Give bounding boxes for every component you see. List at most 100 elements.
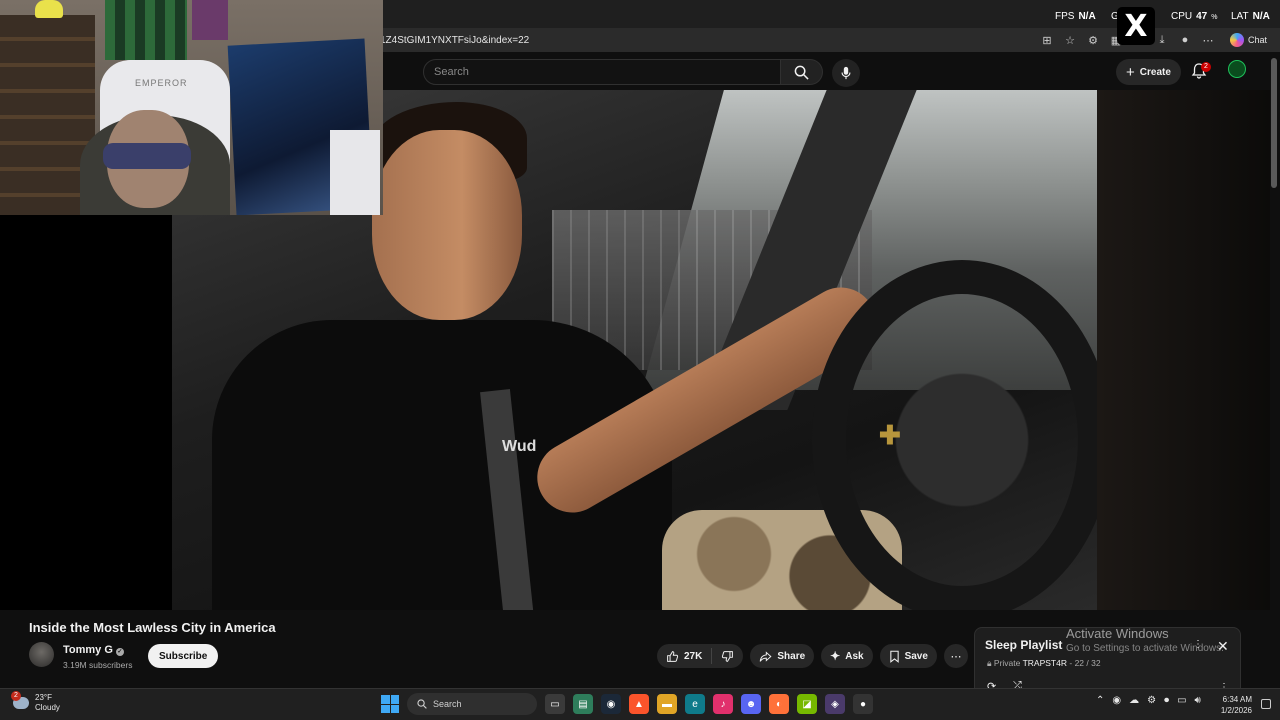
shirt-text: Wud (502, 438, 537, 455)
search-input[interactable] (424, 60, 780, 84)
notepad-app-icon[interactable]: ▤ (573, 694, 593, 714)
weather-widget[interactable]: 2 23°F Cloudy (11, 691, 60, 713)
like-button[interactable]: 27K (657, 644, 711, 668)
thumbs-up-icon (667, 650, 679, 662)
dislike-button[interactable] (712, 644, 743, 668)
microphone-icon (841, 66, 851, 80)
sparkle-icon: ✦ (830, 649, 841, 663)
steering-wheel (812, 260, 1097, 610)
system-tray: ⌃ ◉ ☁ ⚙ ⏺ ▭ 🔊︎ (1096, 695, 1201, 706)
brave-app-icon[interactable]: ▲ (629, 694, 649, 714)
bookmark-icon (889, 650, 899, 663)
fps-value: N/A (1078, 11, 1096, 22)
weather-text: 23°F Cloudy (35, 693, 60, 713)
save-button[interactable]: Save (879, 644, 937, 668)
steam-app-icon[interactable]: ◉ (601, 694, 621, 714)
account-avatar[interactable] (1228, 60, 1246, 78)
network-icon[interactable]: ▭ (1177, 695, 1186, 706)
playlist-title[interactable]: Sleep Playlist (985, 638, 1062, 652)
create-label: Create (1139, 66, 1171, 78)
taskbar-search-label: Search (433, 699, 462, 709)
steam-tray-icon[interactable]: ◉ (1112, 695, 1121, 706)
notification-count-badge: 2 (1201, 62, 1211, 72)
cpu-readout: CPU 47% (1171, 11, 1217, 22)
edge-app-icon[interactable]: e (685, 694, 705, 714)
fps-label: FPS (1055, 11, 1075, 22)
webcam-chair-brand: EMPEROR (135, 78, 188, 88)
volume-icon[interactable]: 🔊︎ (1195, 695, 1201, 706)
downloads-icon[interactable]: ⤓ (1155, 33, 1169, 47)
cpu-label: CPU (1171, 11, 1193, 22)
app-with-notification-icon[interactable]: ● (853, 694, 873, 714)
share-button[interactable]: Share (750, 644, 815, 668)
screen: 1Z4StGIM1YNXTFsiJo&index=22 ⊞ ☆ ⚙ ▦ ✦ ⤓ … (0, 0, 1280, 720)
create-button[interactable]: + Create (1116, 59, 1181, 85)
favorite-star-icon[interactable]: ☆ (1063, 33, 1077, 47)
x-logo-icon: X (1117, 7, 1155, 45)
discord-app-icon[interactable]: ☻ (741, 694, 761, 714)
file-explorer-icon[interactable]: ▬ (657, 694, 677, 714)
playlist-owner[interactable]: TRAPST4R (1023, 658, 1067, 668)
lat-value: N/A (1252, 11, 1270, 22)
fps-readout: FPS N/A (1055, 11, 1096, 22)
subscriber-count: 3.19M subscribers (63, 660, 133, 670)
clock-date: 1/2/2026 (1220, 706, 1252, 715)
start-button[interactable] (381, 695, 399, 713)
scrollbar-thumb[interactable] (1271, 58, 1277, 188)
ask-label: Ask (845, 650, 864, 662)
subscribe-button[interactable]: Subscribe (148, 644, 219, 668)
notification-center-icon[interactable] (1261, 699, 1271, 709)
address-bar[interactable]: 1Z4StGIM1YNXTFsiJo&index=22 (380, 31, 1030, 50)
tiktok-app-icon[interactable]: ♪ (713, 694, 733, 714)
driver-head (372, 130, 522, 320)
webcam-overlay: EMPEROR (0, 0, 383, 215)
temperature: 23°F (35, 693, 52, 702)
microphone-tray-icon[interactable]: ⏺ (1164, 695, 1169, 706)
share-arrow-icon (760, 650, 772, 662)
voice-search-button[interactable] (832, 59, 860, 87)
weather-badge: 2 (11, 691, 21, 701)
webcam-poster-purple (192, 0, 228, 40)
lock-icon: 🔒︎ (987, 658, 992, 668)
search-icon (794, 65, 809, 80)
taskbar-search-icon (417, 699, 427, 709)
cpu-unit: % (1211, 14, 1218, 21)
cloud-sync-icon[interactable]: ☁ (1129, 695, 1139, 706)
more-dots-icon: ⋯ (950, 650, 962, 663)
settings-tray-icon[interactable]: ⚙ (1147, 695, 1156, 706)
playlist-privacy: Private (993, 658, 1021, 668)
latency-readout: LAT N/A (1231, 11, 1270, 22)
cpu-value: 47 (1196, 11, 1208, 22)
video-title: Inside the Most Lawless City in America (29, 620, 276, 635)
plus-icon: + (1126, 63, 1135, 81)
video-dark-edge (1097, 90, 1270, 610)
profile-icon[interactable]: ● (1178, 33, 1192, 47)
nvidia-app-icon[interactable]: ◪ (797, 694, 817, 714)
channel-avatar[interactable] (29, 642, 54, 667)
search-button[interactable] (781, 59, 823, 85)
taskbar-clock[interactable]: 6:34 AM 1/2/2026 (1216, 694, 1252, 716)
webcam-poster-green (105, 0, 187, 60)
firefox-app-icon[interactable]: ◐ (769, 694, 789, 714)
channel-name[interactable]: Tommy G (63, 644, 113, 656)
lat-label: LAT (1231, 11, 1249, 22)
task-view-icon[interactable]: ▭ (545, 694, 565, 714)
taskbar-apps: Search ▭ ▤ ◉ ▲ ▬ e ♪ ☻ ◐ ◪ ◈ ● (381, 693, 873, 715)
show-hidden-icons-chevron-icon[interactable]: ⌃ (1096, 695, 1104, 706)
more-actions-button[interactable]: ⋯ (943, 644, 968, 668)
channel-name-row[interactable]: Tommy G ✓ (63, 644, 124, 656)
extensions-icon[interactable]: ⚙ (1086, 33, 1100, 47)
chevrolet-emblem-icon: ✚ (879, 420, 901, 450)
copilot-icon (1230, 33, 1244, 47)
weather-condition: Cloudy (35, 703, 60, 712)
taskbar-search[interactable]: Search (407, 693, 537, 715)
webcam-yellow-hat (35, 0, 63, 18)
browser-menu-icon[interactable]: ⋯ (1201, 33, 1215, 47)
obs-app-icon[interactable]: ◈ (825, 694, 845, 714)
ask-button[interactable]: ✦ Ask (821, 644, 873, 668)
windows-taskbar: 2 23°F Cloudy Search ▭ ▤ ◉ ▲ ▬ e ♪ ☻ ◐ ◪… (0, 688, 1280, 720)
save-label: Save (904, 650, 928, 662)
app-install-icon[interactable]: ⊞ (1040, 33, 1054, 47)
playlist-position: - 22 / 32 (1069, 658, 1101, 668)
copilot-chat-button[interactable]: Chat (1230, 31, 1267, 49)
